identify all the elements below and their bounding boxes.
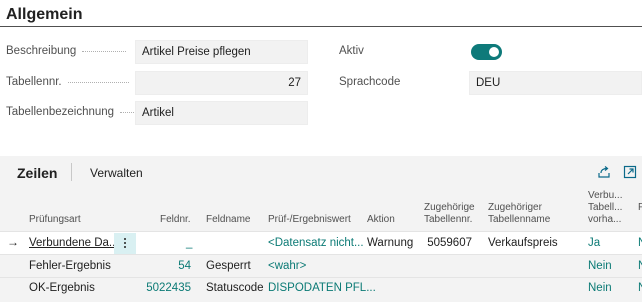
lines-title[interactable]: Zeilen <box>17 165 57 181</box>
toggle-knob <box>489 47 499 57</box>
header-line: Tabellennr. <box>424 214 473 225</box>
sprachcode-field[interactable]: DEU <box>469 71 642 95</box>
beschreibung-label-text: Beschreibung <box>6 45 77 57</box>
section-title-allgemein[interactable]: Allgemein <box>6 6 82 24</box>
row-arrow-icon: → <box>7 235 19 249</box>
cell-verbunden[interactable]: Nein <box>588 258 612 274</box>
cell-extra[interactable]: N <box>638 235 642 251</box>
cell-feldnr[interactable]: _ <box>186 235 192 251</box>
dot <box>124 238 126 240</box>
row-divider <box>0 277 642 278</box>
header-line: Tabellenname <box>488 214 551 225</box>
share-icon[interactable] <box>596 164 612 180</box>
col-header-verbunden[interactable]: Verbu... Tabell... vorha... <box>588 190 622 226</box>
cell-pruefungsart[interactable]: Fehler-Ergebnis <box>29 258 111 274</box>
row-actions-button[interactable] <box>114 233 136 254</box>
cell-verbunden[interactable]: Ja <box>588 235 600 251</box>
cell-verbunden[interactable]: Nein <box>588 280 612 296</box>
col-header-pruefungsart[interactable]: Prüfungsart <box>29 214 81 226</box>
cell-pruef-ergebniswert[interactable]: DISPODATEN PFL... <box>268 280 376 296</box>
tabellennr-label-text: Tabellennr. <box>6 76 62 88</box>
cell-extra[interactable]: N <box>638 280 642 296</box>
beschreibung-field[interactable]: Artikel Preise pflegen <box>135 40 308 64</box>
dot <box>124 242 126 244</box>
tabellennr-field[interactable]: 27 <box>135 71 308 95</box>
toolbar-separator <box>71 163 72 181</box>
cell-aktion[interactable]: Warnung <box>367 235 413 251</box>
field-label-beschreibung: Beschreibung <box>6 45 127 57</box>
header-line: Zugehörige <box>424 202 475 213</box>
header-line: Tabell... <box>588 202 623 213</box>
cell-feldnr[interactable]: 5022435 <box>141 280 191 296</box>
tabellenbezeichnung-field[interactable]: Artikel <box>135 101 308 125</box>
open-in-new-window-icon[interactable] <box>622 164 638 180</box>
cell-pruefungsart[interactable]: OK-Ergebnis <box>29 280 95 296</box>
cell-pruef-ergebniswert[interactable]: <wahr> <box>268 258 306 274</box>
cell-zugehoeriger-tabellenname[interactable]: Verkaufspreis <box>488 235 558 251</box>
header-line: Zugehöriger <box>488 202 542 213</box>
field-label-tabellenbezeichnung: Tabellenbezeichnung <box>6 106 139 118</box>
col-header-aktion[interactable]: Aktion <box>367 214 395 226</box>
manage-button[interactable]: Verwalten <box>90 166 143 180</box>
col-header-feldnr[interactable]: Feldnr. <box>160 214 191 226</box>
field-label-tabellennr: Tabellennr. <box>6 76 129 88</box>
field-label-sprachcode: Sprachcode <box>339 76 401 88</box>
header-line: vorha... <box>588 214 622 225</box>
cell-pruef-ergebniswert[interactable]: <Datensatz nicht... <box>268 235 364 251</box>
cell-pruefungsart[interactable]: Verbundene Da... <box>29 235 119 251</box>
label-dots <box>82 50 127 52</box>
tabellenbezeichnung-label-text: Tabellenbezeichnung <box>6 106 115 118</box>
cell-feldnr[interactable]: 54 <box>165 258 191 274</box>
aktiv-toggle[interactable] <box>471 44 502 60</box>
header-line: Verbu... <box>588 190 623 201</box>
cell-feldname[interactable]: Gesperrt <box>206 258 251 274</box>
col-header-zugehoerige-tabellennr[interactable]: Zugehörige Tabellennr. <box>424 202 475 226</box>
cell-feldname[interactable]: Statuscode <box>206 280 264 296</box>
col-header-extra[interactable]: F <box>638 202 642 214</box>
col-header-feldname[interactable]: Feldname <box>206 214 250 226</box>
section-divider <box>0 26 642 27</box>
label-dots <box>67 81 129 83</box>
row-divider <box>0 254 642 255</box>
dot <box>124 246 126 248</box>
field-label-aktiv: Aktiv <box>339 45 364 57</box>
col-header-zugehoeriger-tabellenname[interactable]: Zugehöriger Tabellenname <box>488 202 550 226</box>
col-header-pruef-ergebniswert[interactable]: Prüf-/Ergebniswert <box>268 214 351 226</box>
cell-extra[interactable]: N <box>638 258 642 274</box>
cell-zugehoerige-tabellennr[interactable]: 5059607 <box>424 235 472 251</box>
